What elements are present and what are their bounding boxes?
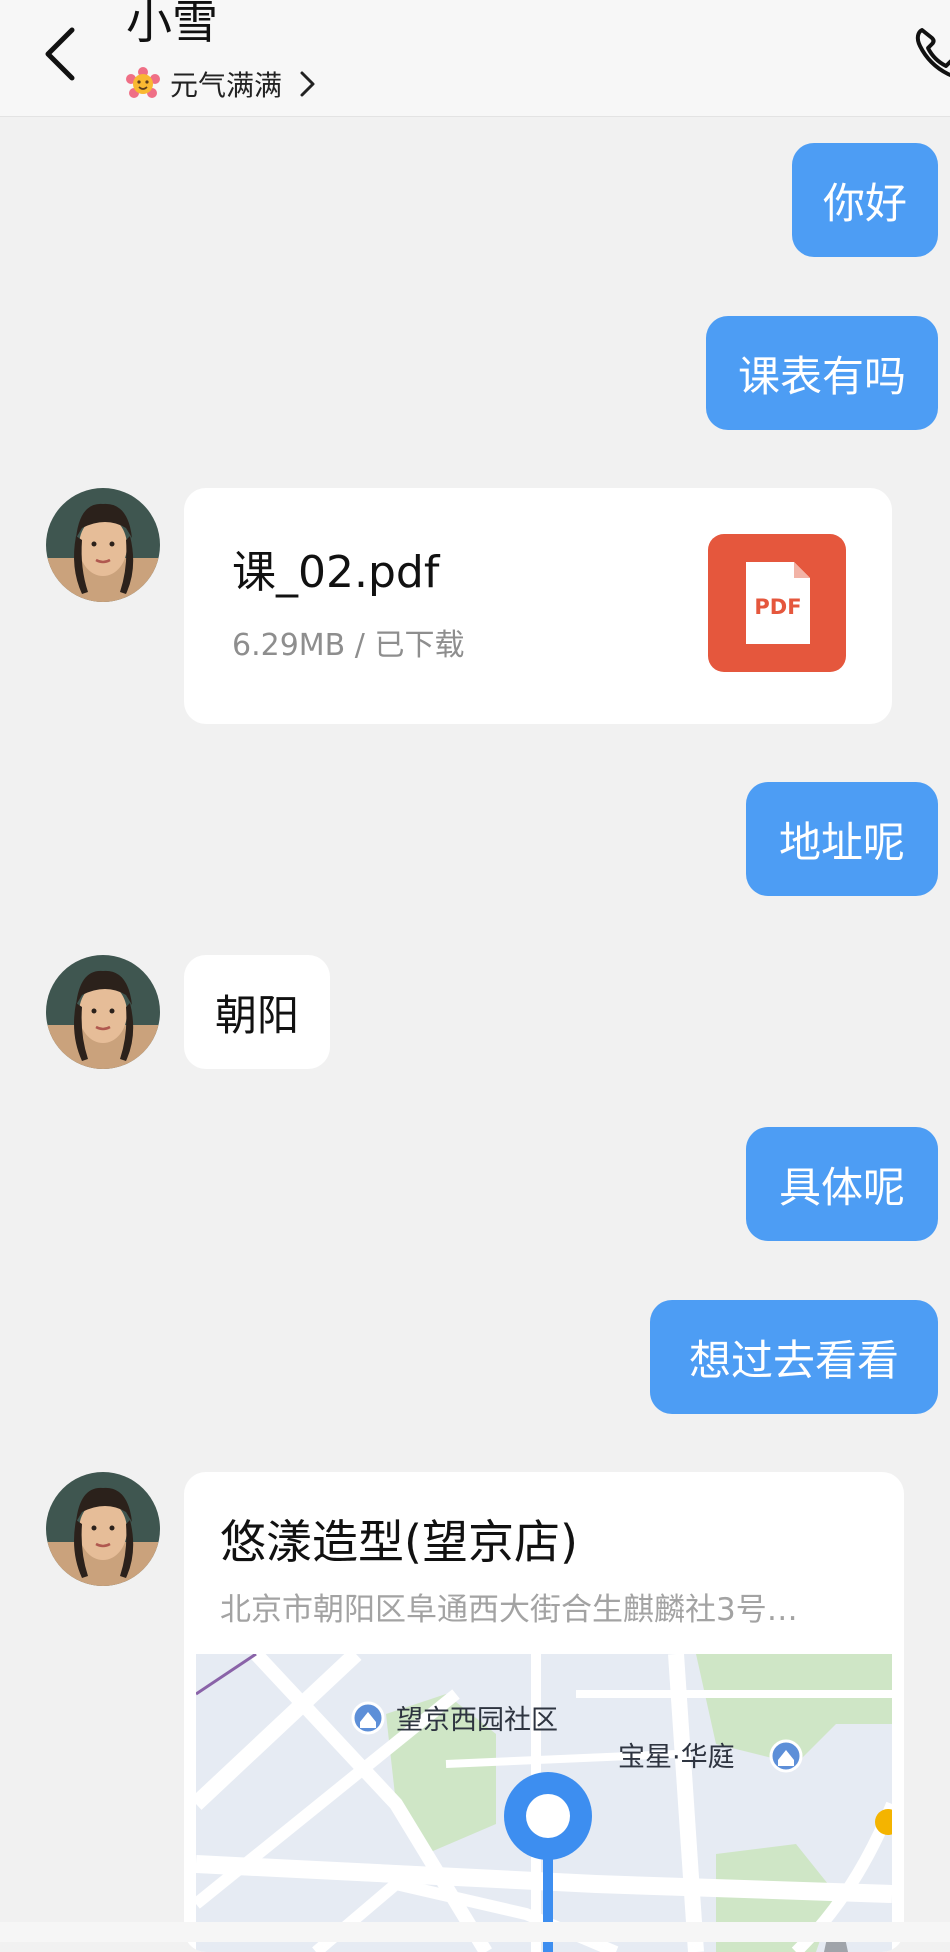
contact-name[interactable]: 小雪 <box>126 0 218 52</box>
status-text: 元气满满 <box>170 69 283 102</box>
map-label-poi2: 宝星·华庭 <box>618 1742 735 1773</box>
location-message[interactable]: 悠漾造型(望京店) 北京市朝阳区阜通西大街合生麒麟社3号… 望京西园社区 宝星·… <box>184 1472 904 1952</box>
file-message[interactable]: 课_02.pdf 6.29MB / 已下载 PDF <box>184 488 892 724</box>
chevron-right-icon <box>300 71 315 97</box>
avatar-image <box>46 488 160 602</box>
pdf-label: PDF <box>754 595 801 619</box>
file-name: 课_02.pdf <box>232 547 440 598</box>
outgoing-message[interactable]: 具体呢 <box>746 1127 938 1241</box>
avatar[interactable] <box>46 1472 160 1586</box>
map-preview[interactable]: 望京西园社区 宝星·华庭 <box>196 1654 892 1952</box>
status-row[interactable]: 元气满满 <box>126 64 318 104</box>
bottom-bar <box>0 1922 950 1942</box>
outgoing-message[interactable]: 地址呢 <box>746 782 938 896</box>
avatar-image <box>46 955 160 1069</box>
mood-emoji-icon <box>126 67 160 98</box>
map-label-poi1: 望京西园社区 <box>396 1705 558 1736</box>
pdf-file-icon: PDF <box>708 534 846 672</box>
outgoing-message[interactable]: 你好 <box>792 143 938 257</box>
file-meta: 6.29MB / 已下载 <box>232 628 465 663</box>
avatar[interactable] <box>46 955 160 1069</box>
avatar-image <box>46 1472 160 1586</box>
outgoing-message[interactable]: 想过去看看 <box>650 1300 938 1414</box>
outgoing-message[interactable]: 课表有吗 <box>706 316 938 430</box>
avatar[interactable] <box>46 488 160 602</box>
location-name: 悠漾造型(望京店) <box>220 1515 578 1569</box>
incoming-message[interactable]: 朝阳 <box>184 955 330 1069</box>
back-icon[interactable] <box>38 24 88 84</box>
phone-icon[interactable] <box>912 22 950 82</box>
location-address: 北京市朝阳区阜通西大街合生麒麟社3号… <box>220 1592 798 1628</box>
chat-header: 小雪 元气满满 <box>0 0 950 117</box>
